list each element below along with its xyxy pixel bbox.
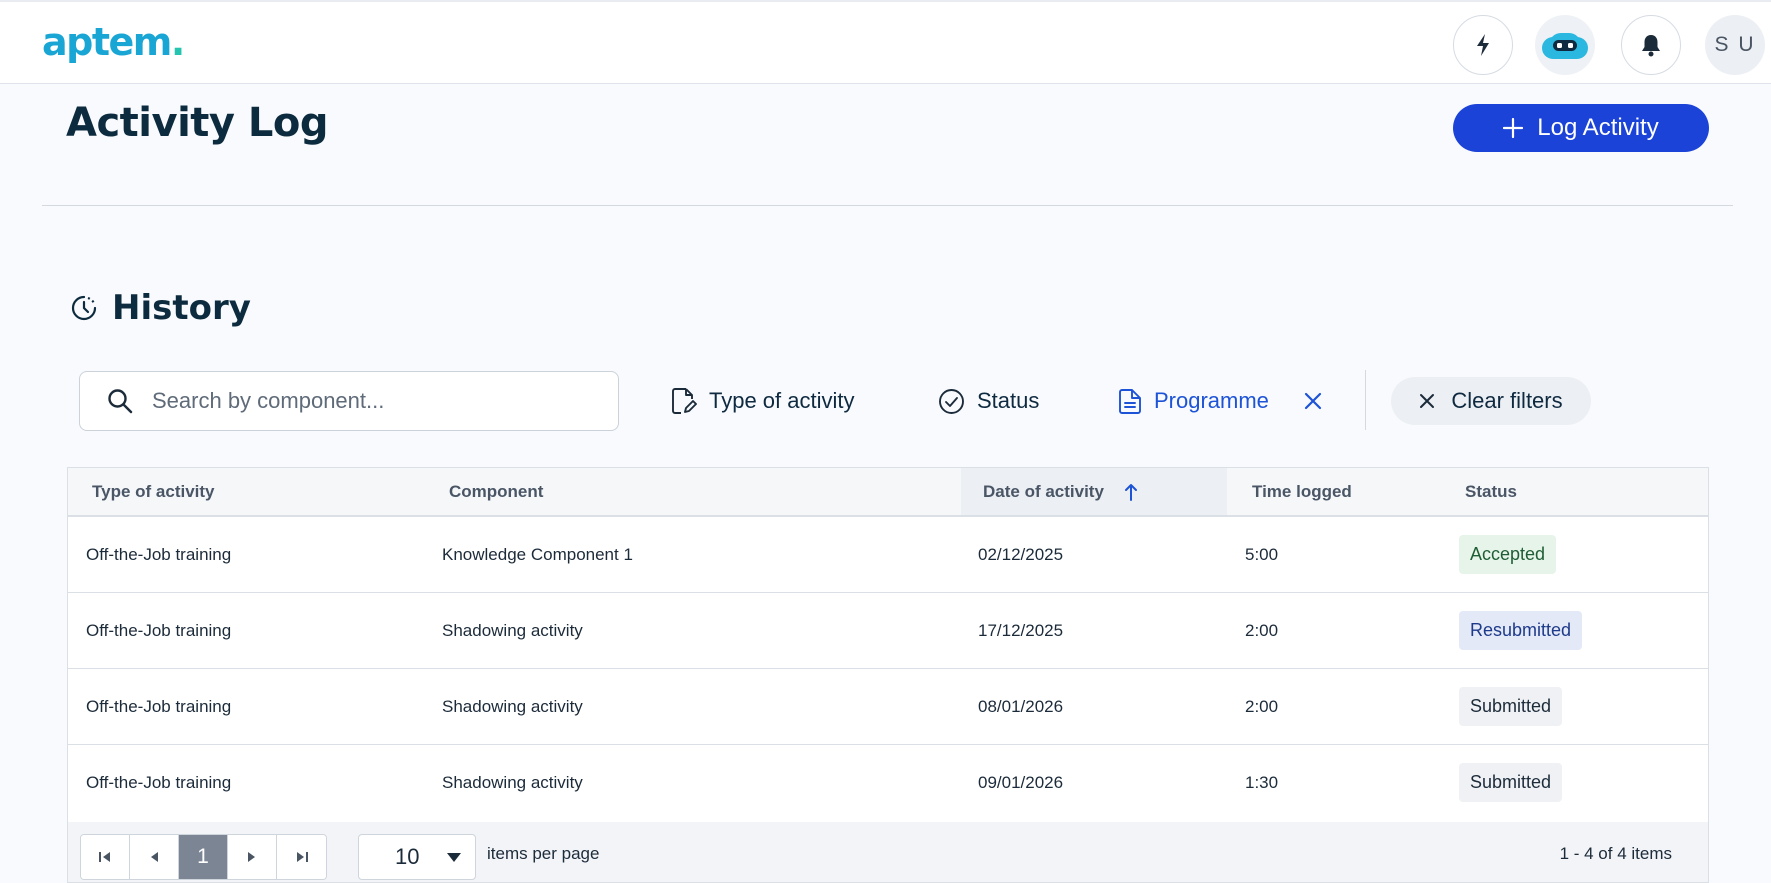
- page-button-current[interactable]: 1: [179, 835, 228, 879]
- last-page-icon: [296, 852, 308, 862]
- filter-programme[interactable]: Programme: [1118, 381, 1269, 421]
- column-date-of-activity[interactable]: Date of activity: [961, 468, 1227, 515]
- cell-component: Shadowing activity: [442, 696, 583, 716]
- cell-date: 09/01/2026: [978, 772, 1064, 792]
- close-icon: [1304, 392, 1322, 410]
- cell-time: 2:00: [1245, 696, 1279, 716]
- page-title: Activity Log: [66, 100, 329, 146]
- filter-status-label: Status: [977, 388, 1040, 413]
- column-component[interactable]: Component: [449, 468, 749, 515]
- column-date-label: Date of activity: [983, 481, 1104, 501]
- cell-date: 02/12/2025: [978, 544, 1064, 564]
- history-heading: History: [68, 288, 251, 328]
- search-input[interactable]: [152, 388, 592, 414]
- clear-filters-label: Clear filters: [1451, 388, 1563, 413]
- plus-icon: [1503, 118, 1524, 138]
- next-page-button[interactable]: [228, 835, 277, 879]
- page-size-select[interactable]: 10: [358, 834, 476, 880]
- filter-separator: [1365, 370, 1366, 430]
- search-box: [79, 371, 619, 431]
- table-row[interactable]: Off-the-Job training Shadowing activity …: [68, 669, 1708, 745]
- cell-time: 5:00: [1245, 544, 1279, 564]
- pagination-bar: 1 10 items per page 1 - 4 of 4 items: [68, 822, 1708, 882]
- search-icon: [108, 389, 133, 414]
- column-time-logged[interactable]: Time logged: [1252, 468, 1452, 515]
- previous-page-icon: [151, 852, 158, 862]
- table-row[interactable]: Off-the-Job training Shadowing activity …: [68, 593, 1708, 669]
- first-page-button[interactable]: [81, 835, 130, 879]
- notifications-button[interactable]: [1621, 15, 1681, 75]
- next-page-icon: [248, 852, 255, 862]
- logo-dot: .: [170, 20, 185, 64]
- page-size-value: 10: [395, 844, 420, 869]
- table-header: Type of activity Component Date of activ…: [68, 468, 1708, 517]
- first-page-icon: [99, 852, 110, 862]
- cell-date: 17/12/2025: [978, 620, 1064, 640]
- bell-icon: [1642, 35, 1660, 57]
- filter-type-label: Type of activity: [709, 388, 855, 413]
- cell-component: Shadowing activity: [442, 772, 583, 792]
- sort-ascending-arrow-icon: [1124, 483, 1137, 501]
- history-clock-icon: [71, 295, 97, 321]
- cell-component: Shadowing activity: [442, 620, 583, 640]
- status-badge: Accepted: [1459, 535, 1557, 574]
- aptem-logo[interactable]: aptem.: [42, 20, 185, 64]
- assistant-button[interactable]: [1535, 15, 1595, 75]
- top-bar: aptem. S U: [0, 0, 1771, 84]
- header-divider: [42, 205, 1733, 206]
- avatar-initials: S U: [1714, 33, 1756, 56]
- filter-programme-label: Programme: [1154, 388, 1269, 413]
- document-edit-icon: [672, 388, 697, 414]
- history-title: History: [112, 288, 251, 328]
- user-avatar[interactable]: S U: [1705, 15, 1765, 75]
- robot-assistant-icon: [1542, 33, 1588, 59]
- check-circle-icon: [939, 388, 964, 414]
- chevron-down-icon: [447, 853, 461, 862]
- pagination-controls: 1: [80, 834, 327, 880]
- remove-programme-filter-button[interactable]: [1303, 381, 1323, 421]
- close-icon: [1420, 394, 1435, 408]
- log-activity-label: Log Activity: [1537, 114, 1659, 141]
- column-type-of-activity[interactable]: Type of activity: [92, 468, 392, 515]
- cell-time: 1:30: [1245, 772, 1279, 792]
- last-page-button[interactable]: [277, 835, 326, 879]
- cell-time: 2:00: [1245, 620, 1279, 640]
- status-badge: Submitted: [1459, 763, 1563, 802]
- column-status[interactable]: Status: [1465, 468, 1665, 515]
- lightning-icon: [1477, 34, 1489, 56]
- document-icon: [1119, 388, 1141, 414]
- clear-filters-button[interactable]: Clear filters: [1391, 377, 1591, 425]
- previous-page-button[interactable]: [130, 835, 179, 879]
- cell-type: Off-the-Job training: [86, 772, 232, 792]
- cell-date: 08/01/2026: [978, 696, 1064, 716]
- logo-text: aptem: [42, 20, 172, 64]
- table-row[interactable]: Off-the-Job training Shadowing activity …: [68, 745, 1708, 821]
- cell-component: Knowledge Component 1: [442, 544, 633, 564]
- quick-actions-button[interactable]: [1453, 15, 1513, 75]
- status-badge: Submitted: [1459, 687, 1563, 726]
- page-size-label: items per page: [487, 844, 600, 863]
- status-badge: Resubmitted: [1459, 611, 1583, 650]
- filter-type-of-activity[interactable]: Type of activity: [671, 381, 855, 421]
- pagination-info: 1 - 4 of 4 items: [1559, 844, 1672, 863]
- cell-type: Off-the-Job training: [86, 544, 232, 564]
- cell-type: Off-the-Job training: [86, 696, 232, 716]
- activity-table: Type of activity Component Date of activ…: [67, 467, 1709, 883]
- cell-type: Off-the-Job training: [86, 620, 232, 640]
- log-activity-button[interactable]: Log Activity: [1453, 104, 1709, 152]
- table-row[interactable]: Off-the-Job training Knowledge Component…: [68, 517, 1708, 593]
- filter-status[interactable]: Status: [938, 381, 1039, 421]
